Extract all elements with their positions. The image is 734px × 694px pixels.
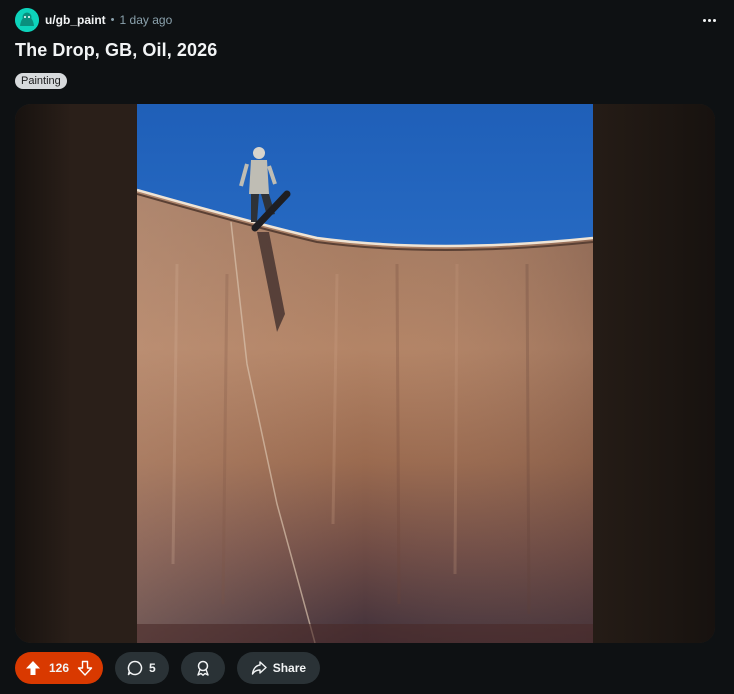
share-label: Share xyxy=(272,661,307,675)
media-blur-background-right xyxy=(593,104,715,643)
award-icon xyxy=(197,660,209,676)
award-button[interactable] xyxy=(180,652,225,684)
upvote-arrow-icon xyxy=(26,661,40,675)
post-actions: 126 5 Share xyxy=(15,652,321,684)
post-meta: u/gb_paint • 1 day ago xyxy=(15,8,172,32)
post-flair[interactable]: Painting xyxy=(15,73,67,89)
downvote-button[interactable] xyxy=(73,656,97,680)
more-horizontal-icon xyxy=(702,18,706,22)
more-dot xyxy=(707,18,711,22)
comment-bubble-icon xyxy=(127,660,143,676)
share-button[interactable]: Share xyxy=(236,652,321,684)
post-media[interactable] xyxy=(15,104,715,643)
avatar-icon xyxy=(15,8,39,32)
downvote-arrow-icon xyxy=(77,660,93,676)
post-image[interactable] xyxy=(137,104,593,643)
vote-count: 126 xyxy=(49,661,70,675)
author-link[interactable]: u/gb_paint xyxy=(45,13,106,27)
comment-count: 5 xyxy=(149,661,156,675)
avatar[interactable] xyxy=(15,8,39,32)
upvote-button[interactable] xyxy=(21,656,45,680)
more-options-button[interactable] xyxy=(698,10,720,30)
post-card: u/gb_paint • 1 day ago The Drop, GB, Oil… xyxy=(0,0,734,694)
vote-control: 126 xyxy=(15,652,104,684)
meta-separator: • xyxy=(110,14,115,26)
comments-button[interactable]: 5 xyxy=(115,652,169,684)
more-dot xyxy=(712,18,716,22)
post-timestamp: 1 day ago xyxy=(119,13,173,27)
share-arrow-icon xyxy=(251,661,267,675)
post-title[interactable]: The Drop, GB, Oil, 2026 xyxy=(15,40,217,61)
